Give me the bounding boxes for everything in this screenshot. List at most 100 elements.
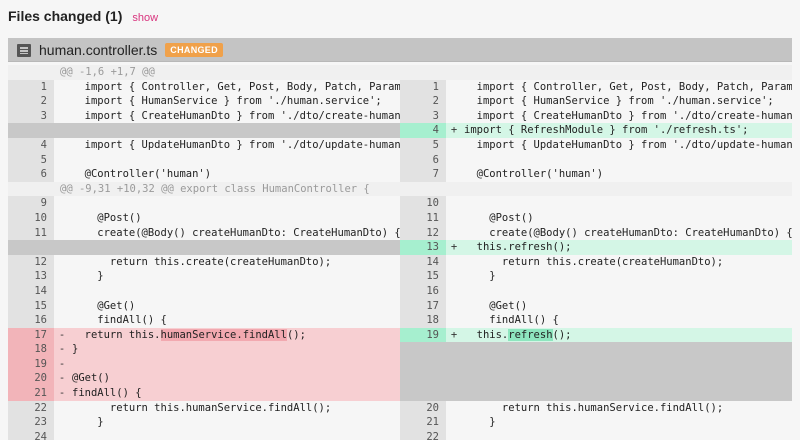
line-number[interactable]: 12 [400, 225, 446, 241]
diff-sign: - [58, 343, 66, 356]
code-line: import { UpdateHumanDto } from './dto/up… [462, 138, 792, 153]
code-line: @Controller('human') [462, 167, 792, 182]
line-number[interactable] [400, 371, 446, 387]
line-number[interactable]: 15 [400, 269, 446, 284]
line-number[interactable]: 5 [8, 152, 54, 168]
diff-sign [446, 357, 462, 372]
line-number[interactable]: 17 [8, 327, 54, 343]
code-text-tail: (); [286, 328, 306, 341]
line-number[interactable]: 17 [400, 298, 446, 314]
line-number[interactable]: 24 [8, 429, 54, 440]
right-side: 1 import { Controller, Get, Post, Body, … [400, 79, 792, 95]
line-number[interactable]: 20 [8, 371, 54, 387]
code-line: import { Controller, Get, Post, Body, Pa… [70, 80, 400, 95]
line-number[interactable]: 2 [400, 94, 446, 109]
line-number[interactable]: 13 [8, 269, 54, 284]
right-side: 4 + import { RefreshModule } from './refre… [400, 123, 792, 138]
line-number[interactable]: 20 [400, 400, 446, 416]
diff-sign [446, 211, 462, 226]
line-number[interactable] [400, 386, 446, 401]
diff-sign [54, 284, 70, 299]
line-number[interactable]: 4 [8, 137, 54, 153]
code-text: findAll() { [72, 314, 167, 327]
line-number[interactable]: 16 [8, 313, 54, 328]
line-number[interactable]: 9 [8, 196, 54, 211]
line-number[interactable]: 11 [8, 225, 54, 241]
line-number[interactable]: 23 [8, 415, 54, 430]
right-side: 15 } [400, 269, 792, 284]
line-number[interactable]: 1 [400, 79, 446, 95]
code-line: findAll() { [70, 313, 400, 328]
diff-row: 24 22 [8, 429, 792, 440]
file-header-bar[interactable]: human.controller.ts CHANGED [8, 38, 792, 62]
code-line: import { Controller, Get, Post, Body, Pa… [462, 80, 792, 95]
code-text: import { UpdateHumanDto } from './dto/up… [72, 138, 400, 151]
files-changed-header: Files changed (1) show [8, 8, 158, 28]
line-number[interactable]: 7 [400, 167, 446, 182]
line-number[interactable]: 16 [400, 283, 446, 299]
line-number[interactable]: 5 [400, 137, 446, 153]
left-side: 10 @Post() [8, 210, 400, 226]
line-number[interactable]: 22 [400, 429, 446, 440]
code-text: } [464, 270, 496, 283]
line-number[interactable]: 21 [400, 415, 446, 430]
diff-sign [446, 153, 462, 168]
code-line: @Get() [462, 299, 792, 314]
right-side: 22 [400, 429, 792, 440]
code-text: import { HumanService } from './human.se… [72, 95, 382, 108]
line-number[interactable]: 2 [8, 94, 54, 109]
line-number[interactable] [400, 356, 446, 372]
line-number[interactable]: 14 [400, 254, 446, 270]
line-number[interactable]: 14 [8, 283, 54, 299]
code-line: return this.humanService.findAll(); [462, 401, 792, 416]
diff-row: 9 10 [8, 196, 792, 211]
line-number[interactable]: 3 [400, 108, 446, 124]
line-number[interactable]: 6 [400, 152, 446, 168]
line-number[interactable]: 10 [8, 210, 54, 226]
diff-sign [54, 313, 70, 328]
code-line: return this.humanService.findAll(); [70, 401, 400, 416]
code-line: create(@Body() createHumanDto: CreateHum… [462, 226, 792, 241]
line-number[interactable] [8, 240, 54, 255]
line-number[interactable]: 4 [400, 123, 446, 138]
line-number[interactable]: 18 [400, 313, 446, 328]
line-number[interactable]: 19 [8, 356, 54, 372]
code-line: return this.create(createHumanDto); [462, 255, 792, 270]
code-line: return this.create(createHumanDto); [70, 255, 400, 270]
line-number[interactable]: 15 [8, 298, 54, 314]
right-side: 17 @Get() [400, 298, 792, 314]
line-number[interactable]: 1 [8, 79, 54, 95]
right-side: 14 return this.create(createHumanDto); [400, 254, 792, 270]
left-side: 1 import { Controller, Get, Post, Body, … [8, 79, 400, 95]
left-side: 17- return this.humanService.findAll(); [8, 327, 400, 343]
line-number[interactable]: 12 [8, 254, 54, 270]
line-number[interactable]: 6 [8, 167, 54, 182]
code-text: @Post() [72, 211, 142, 224]
line-number[interactable] [400, 342, 446, 357]
line-number[interactable]: 18 [8, 342, 54, 357]
diff-sign [446, 371, 462, 386]
line-number[interactable]: 21 [8, 386, 54, 401]
diff-row: 20- @Get() [8, 371, 792, 387]
code-line: } [70, 342, 400, 357]
diff-sign [54, 80, 70, 95]
line-number[interactable]: 13 [400, 240, 446, 255]
file-name[interactable]: human.controller.ts [39, 42, 157, 58]
code-text: return this. [72, 328, 161, 341]
line-number[interactable]: 3 [8, 108, 54, 124]
diff-sign: - [58, 357, 66, 370]
diff-row: 1 import { Controller, Get, Post, Body, … [8, 79, 792, 95]
show-link[interactable]: show [132, 12, 158, 24]
line-number[interactable]: 11 [400, 210, 446, 226]
diff-sign [446, 342, 462, 357]
diff-row: 4 import { UpdateHumanDto } from './dto/… [8, 137, 792, 153]
diff-sign [54, 415, 70, 430]
line-number[interactable] [8, 123, 54, 138]
left-side: 6 @Controller('human') [8, 167, 400, 182]
line-number[interactable]: 22 [8, 400, 54, 416]
diff-sign [446, 109, 462, 124]
line-number[interactable]: 10 [400, 196, 446, 211]
line-number[interactable]: 19 [400, 327, 446, 343]
